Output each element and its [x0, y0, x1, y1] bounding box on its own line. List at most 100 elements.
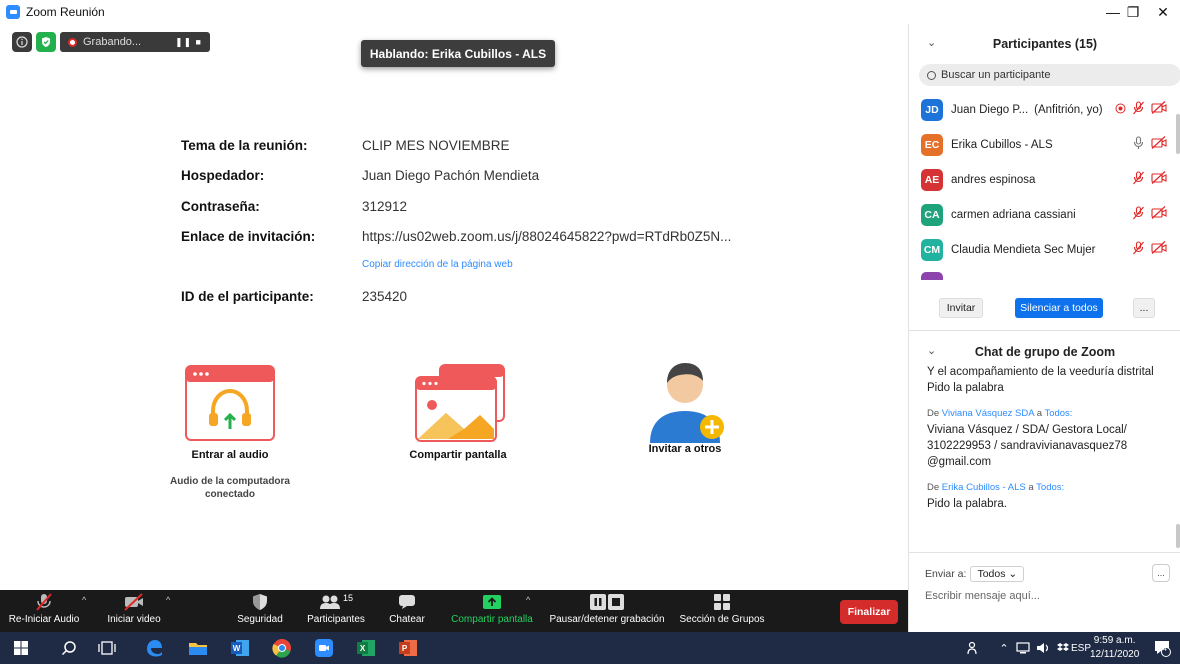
send-to-label: Enviar a: — [925, 568, 967, 580]
avatar: AE — [921, 169, 943, 191]
zoom-taskbar-icon[interactable] — [312, 632, 336, 664]
video-button-label: Iniciar video — [107, 614, 161, 625]
breakout-rooms-button[interactable]: Sección de Grupos — [676, 590, 768, 632]
participants-scrollbar[interactable] — [1176, 114, 1180, 154]
recording-label: Grabando... — [83, 36, 142, 48]
system-clock[interactable]: 9:59 a.m. 12/11/2020 — [1090, 634, 1139, 662]
chat-button[interactable]: Chatear — [382, 590, 432, 632]
video-off-icon — [1151, 171, 1167, 189]
participants-more-button[interactable]: ... — [1133, 298, 1155, 318]
avatar: EC — [921, 134, 943, 156]
to-prefix: a — [1028, 482, 1034, 493]
share-screen-button[interactable]: ^ Compartir pantalla — [448, 590, 536, 632]
participant-row[interactable]: JD Juan Diego P... (Anfitrión, yo) — [921, 92, 1179, 128]
encryption-shield-icon[interactable] — [36, 32, 56, 52]
chat-scrollbar[interactable] — [1176, 524, 1180, 548]
to-prefix: a — [1036, 408, 1042, 419]
muted-mic-icon[interactable] — [1132, 240, 1145, 260]
restore-button[interactable]: ❐ — [1116, 0, 1150, 24]
windows-start-icon[interactable] — [12, 632, 30, 664]
invite-link-row: Enlace de invitación: https://us02web.zo… — [181, 229, 731, 244]
input-language[interactable]: ESP — [1071, 632, 1091, 664]
video-button[interactable]: ^ Iniciar video — [104, 590, 170, 632]
video-off-icon — [1151, 241, 1167, 259]
chat-message: Pido la palabra — [927, 382, 1004, 394]
participant-search-input[interactable]: Buscar un participante — [919, 64, 1180, 86]
share-options-caret-icon[interactable]: ^ — [526, 595, 530, 605]
muted-mic-icon[interactable] — [1132, 205, 1145, 225]
people-icon[interactable] — [965, 632, 983, 664]
chat-bubble-icon — [399, 595, 415, 609]
chat-message: Y el acompañamiento de la veeduría distr… — [927, 366, 1154, 378]
audio-button[interactable]: ^ Re-Iniciar Audio — [8, 590, 86, 632]
close-button[interactable]: ✕ — [1146, 0, 1180, 24]
participant-name: carmen adriana cassiani — [951, 209, 1076, 221]
share-screen-icon — [415, 364, 505, 442]
word-icon[interactable]: W — [228, 632, 252, 664]
mic-icon[interactable] — [1132, 135, 1145, 155]
audio-options-caret-icon[interactable]: ^ — [82, 595, 86, 605]
invite-button[interactable]: Invitar — [939, 298, 983, 318]
chat-sender[interactable]: Erika Cubillos - ALS — [942, 482, 1026, 493]
chat-sender[interactable]: Viviana Vásquez SDA — [942, 408, 1034, 419]
app-tray-icon[interactable] — [1054, 632, 1072, 664]
join-audio-action[interactable]: Entrar al audio Audio de la computadora … — [160, 363, 300, 501]
copy-link-button[interactable]: Copiar dirección de la página web — [362, 259, 513, 270]
meeting-status-bar: Grabando... ❚❚ ■ — [12, 32, 210, 52]
task-view-icon[interactable] — [96, 632, 118, 664]
info-icon[interactable] — [12, 32, 32, 52]
muted-mic-icon[interactable] — [1132, 170, 1145, 190]
invite-link-label: Enlace de invitación: — [181, 229, 316, 244]
audio-status-label: Audio de la computadora conectado — [169, 476, 290, 500]
participants-header: ⌄ Participantes (15) — [909, 24, 1180, 64]
participants-icon — [319, 595, 340, 609]
search-icon[interactable] — [58, 632, 80, 664]
excel-icon[interactable]: X — [354, 632, 378, 664]
chat-more-button[interactable]: ... — [1152, 564, 1170, 582]
notifications-icon[interactable]: 4 — [1150, 632, 1174, 664]
participant-id-row: ID de el participante: 235420 — [181, 289, 407, 304]
invite-others-action[interactable]: Invitar a otros — [615, 355, 755, 455]
share-screen-action[interactable]: Compartir pantalla — [388, 363, 528, 461]
participant-name: andres espinosa — [951, 174, 1036, 186]
recording-button[interactable]: Pausar/detener grabación — [546, 590, 668, 632]
svg-text:P: P — [402, 644, 408, 653]
window-titlebar: Zoom Reunión — ❐ ✕ — [0, 0, 1180, 24]
recording-controls[interactable]: ❚❚ ■ — [175, 37, 202, 48]
network-icon[interactable] — [1014, 632, 1032, 664]
video-off-icon — [1151, 206, 1167, 224]
powerpoint-icon[interactable]: P — [396, 632, 420, 664]
recording-indicator: Grabando... ❚❚ ■ — [60, 32, 210, 52]
participants-button[interactable]: 15 Participantes — [300, 590, 372, 632]
mute-all-button[interactable]: Silenciar a todos — [1015, 298, 1103, 318]
invite-others-label: Invitar a otros — [648, 443, 722, 455]
video-options-caret-icon[interactable]: ^ — [166, 595, 170, 605]
muted-mic-icon[interactable] — [1132, 100, 1145, 120]
video-off-icon — [1151, 136, 1167, 154]
file-explorer-icon[interactable] — [186, 632, 210, 664]
chat-input[interactable]: Escribir mensaje aquí... — [925, 590, 1040, 602]
participant-row[interactable]: AE andres espinosa — [921, 162, 1179, 198]
os-taskbar: W X P ⌃ ESP 9:59 a.m. 12/11/2020 4 — [0, 632, 1180, 664]
topic-value: CLIP MES NOVIEMBRE — [362, 138, 510, 153]
send-to-select[interactable]: Todos ⌄ — [970, 566, 1025, 582]
tray-chevron-icon[interactable]: ⌃ — [996, 632, 1012, 664]
svg-text:X: X — [360, 644, 366, 653]
share-screen-label: Compartir pantalla — [409, 449, 507, 461]
clock-time: 9:59 a.m. — [1093, 635, 1136, 646]
security-button[interactable]: Seguridad — [232, 590, 288, 632]
participant-row[interactable]: CA carmen adriana cassiani — [921, 197, 1179, 233]
edge-browser-icon[interactable] — [142, 632, 166, 664]
topic-label: Tema de la reunión: — [181, 138, 308, 153]
volume-icon[interactable] — [1034, 632, 1052, 664]
chrome-icon[interactable] — [270, 632, 294, 664]
end-meeting-button[interactable]: Finalizar — [840, 600, 898, 624]
muted-mic-icon — [36, 593, 52, 611]
password-row: Contraseña: 312912 — [181, 199, 407, 214]
chat-title: Chat de grupo de Zoom — [974, 345, 1116, 359]
audio-button-label: Re-Iniciar Audio — [8, 614, 80, 625]
participant-name: Claudia Mendieta Sec Mujer — [951, 244, 1096, 256]
participant-row[interactable]: CM Claudia Mendieta Sec Mujer — [921, 232, 1179, 268]
participant-row[interactable]: EC Erika Cubillos - ALS — [921, 127, 1179, 163]
recording-status-icon — [1115, 101, 1126, 119]
